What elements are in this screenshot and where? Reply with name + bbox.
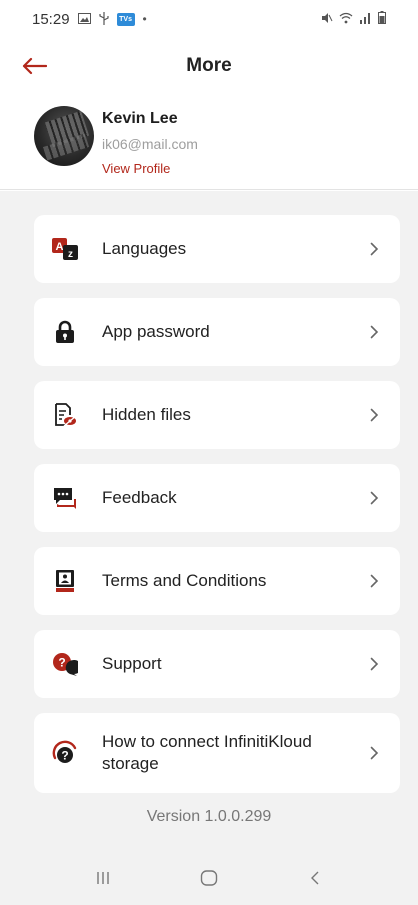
chevron-right-icon [368,241,380,257]
avatar[interactable] [34,106,94,166]
menu-item-label: App password [102,322,210,341]
lock-icon [52,319,78,345]
recent-apps-icon [97,871,109,884]
menu-item-languages[interactable]: A z Languages [34,215,400,283]
page-title: More [186,55,232,76]
usb-icon [98,11,109,27]
menu-item-feedback[interactable]: Feedback [34,464,400,532]
svg-text:A: A [56,241,64,253]
svg-text:?: ? [58,656,65,670]
menu-item-support[interactable]: ? Support [34,630,400,698]
profile-name: Kevin Lee [102,110,178,127]
terms-book-icon [52,568,78,594]
profile-email: ik06@mail.com [102,136,198,152]
view-profile-link[interactable]: View Profile [102,161,170,176]
signal-icon [359,12,372,27]
notification-dot: • [142,12,147,26]
menu-item-hidden-files[interactable]: Hidden files [34,381,400,449]
menu-item-label: Languages [102,239,187,258]
system-back-button[interactable] [295,858,335,898]
menu-item-label: Support [102,654,162,673]
home-button[interactable] [189,858,229,898]
chevron-right-icon [368,407,380,423]
menu-item-label: Terms and Conditions [102,571,267,590]
chevron-right-icon [368,490,380,506]
chevron-right-icon [368,324,380,340]
settings-content: A z Languages App password Hidden files … [0,191,418,905]
status-bar: 15:29 TVs • [0,0,418,38]
system-nav-bar [0,850,418,905]
battery-icon [378,11,386,27]
mute-icon [321,12,333,27]
status-bar-right [321,11,386,27]
app-bar: More [0,38,418,94]
tvs-app-icon: TVs [116,12,135,26]
support-icon: ? [52,651,78,677]
back-button[interactable] [18,50,50,82]
chevron-right-icon [368,745,380,761]
profile-section: Kevin Lee ik06@mail.com View Profile [0,94,418,190]
wifi-icon [339,12,353,27]
help-connect-icon: ? [52,740,78,766]
menu-item-label: Hidden files [102,405,191,424]
menu-item-how-to-connect[interactable]: ? How to connect InfinitiKloud storage [34,713,400,793]
status-bar-left: 15:29 TVs • [32,11,147,28]
svg-text:z: z [68,249,73,260]
feedback-icon [52,485,78,511]
back-icon [311,871,319,884]
menu-item-terms[interactable]: Terms and Conditions [34,547,400,615]
chevron-right-icon [368,656,380,672]
status-time: 15:29 [32,10,70,28]
home-icon [200,869,218,886]
svg-text:?: ? [61,749,68,763]
app-version: Version 1.0.0.299 [146,808,272,825]
translate-icon: A z [52,236,78,262]
gallery-icon [77,12,91,26]
back-arrow-icon [22,57,47,75]
menu-item-label: Feedback [102,488,177,507]
chevron-right-icon [368,573,380,589]
hidden-file-icon [52,402,78,428]
menu-item-label: How to connect InfinitiKloud storage [102,732,312,773]
recent-apps-button[interactable] [83,858,123,898]
menu-item-app-password[interactable]: App password [34,298,400,366]
